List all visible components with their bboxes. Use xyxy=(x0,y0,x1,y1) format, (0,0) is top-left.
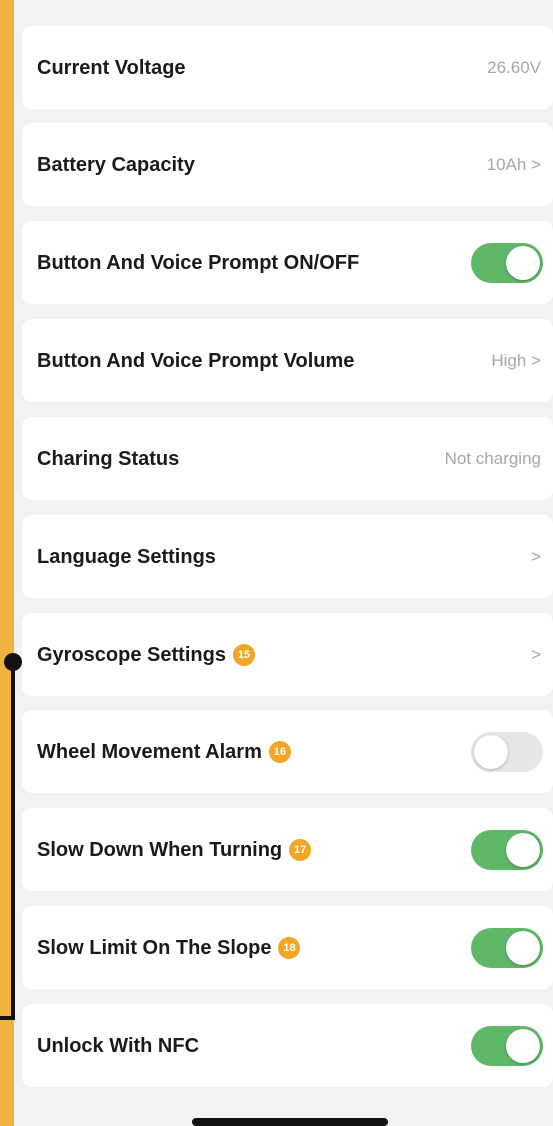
row-charging-status: Charing Status Not charging xyxy=(22,417,553,500)
row-slow-down-turning: Slow Down When Turning 17 xyxy=(22,808,553,891)
settings-screen: Current Voltage 26.60V Battery Capacity … xyxy=(14,0,553,1126)
row-label: Battery Capacity xyxy=(37,153,195,176)
row-label: Button And Voice Prompt Volume xyxy=(37,349,355,372)
row-voice-prompt-toggle: Button And Voice Prompt ON/OFF xyxy=(22,221,553,304)
toggle-knob xyxy=(474,735,508,769)
callout-bracket-line xyxy=(11,662,15,1020)
volume-value[interactable]: High > xyxy=(491,319,541,402)
row-label: Current Voltage xyxy=(37,56,186,79)
wheel-movement-alarm-toggle[interactable] xyxy=(471,732,543,772)
row-battery-capacity[interactable]: Battery Capacity 10Ah > xyxy=(22,123,553,206)
callout-badge: 16 xyxy=(268,740,291,763)
callout-badge: 15 xyxy=(232,643,255,666)
toggle-knob xyxy=(506,833,540,867)
voltage-value: 26.60V xyxy=(487,58,541,77)
row-gyroscope-settings[interactable]: Gyroscope Settings 15 > xyxy=(22,613,553,696)
row-label: Slow Down When Turning xyxy=(37,838,283,861)
home-indicator xyxy=(192,1118,388,1126)
toggle-knob xyxy=(506,246,540,280)
toggle-knob xyxy=(506,931,540,965)
chevron-right-icon[interactable]: > xyxy=(531,515,541,598)
row-label: Button And Voice Prompt ON/OFF xyxy=(37,251,360,274)
row-slow-limit-slope: Slow Limit On The Slope 18 xyxy=(22,906,553,989)
slow-down-turning-toggle[interactable] xyxy=(471,830,543,870)
row-label: Wheel Movement Alarm xyxy=(37,740,262,763)
callout-badge: 18 xyxy=(278,936,301,959)
row-wheel-movement-alarm: Wheel Movement Alarm 16 xyxy=(22,710,553,793)
toggle-knob xyxy=(506,1029,540,1063)
callout-bracket-end xyxy=(0,1016,15,1020)
row-label: Gyroscope Settings xyxy=(37,643,226,666)
row-label: Language Settings xyxy=(37,545,216,568)
row-voice-prompt-volume[interactable]: Button And Voice Prompt Volume High > xyxy=(22,319,553,402)
row-label: Unlock With NFC xyxy=(37,1034,200,1057)
chevron-right-icon[interactable]: > xyxy=(531,613,541,696)
row-label: Slow Limit On The Slope xyxy=(37,936,272,959)
unlock-nfc-toggle[interactable] xyxy=(471,1026,543,1066)
voice-prompt-toggle[interactable] xyxy=(471,243,543,283)
row-unlock-nfc: Unlock With NFC xyxy=(22,1004,553,1087)
row-label: Charing Status xyxy=(37,447,180,470)
battery-capacity-value[interactable]: 10Ah > xyxy=(487,123,541,206)
callout-badge: 17 xyxy=(289,838,312,861)
charging-status-value: Not charging xyxy=(444,449,541,468)
slow-limit-slope-toggle[interactable] xyxy=(471,928,543,968)
row-current-voltage: Current Voltage 26.60V xyxy=(22,26,553,109)
row-language-settings[interactable]: Language Settings > xyxy=(22,515,553,598)
